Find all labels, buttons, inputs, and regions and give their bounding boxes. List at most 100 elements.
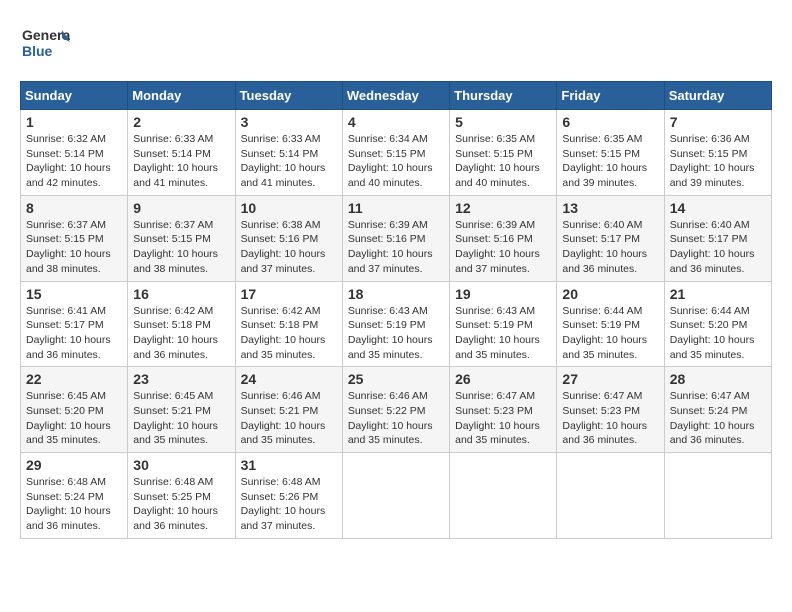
day-number: 24 [241, 371, 337, 387]
day-info: Sunrise: 6:37 AM Sunset: 5:15 PM Dayligh… [26, 218, 122, 277]
day-number: 12 [455, 200, 551, 216]
weekday-header: Wednesday [342, 82, 449, 110]
day-info: Sunrise: 6:42 AM Sunset: 5:18 PM Dayligh… [133, 304, 229, 363]
day-info: Sunrise: 6:44 AM Sunset: 5:20 PM Dayligh… [670, 304, 766, 363]
calendar-day-cell: 25 Sunrise: 6:46 AM Sunset: 5:22 PM Dayli… [342, 367, 449, 453]
logo: General Blue [20, 20, 70, 65]
day-number: 5 [455, 114, 551, 130]
day-number: 17 [241, 286, 337, 302]
day-info: Sunrise: 6:34 AM Sunset: 5:15 PM Dayligh… [348, 132, 444, 191]
day-info: Sunrise: 6:33 AM Sunset: 5:14 PM Dayligh… [133, 132, 229, 191]
calendar-day-cell: 31 Sunrise: 6:48 AM Sunset: 5:26 PM Dayli… [235, 453, 342, 539]
weekday-header: Thursday [450, 82, 557, 110]
day-number: 2 [133, 114, 229, 130]
day-number: 16 [133, 286, 229, 302]
day-info: Sunrise: 6:43 AM Sunset: 5:19 PM Dayligh… [348, 304, 444, 363]
day-number: 15 [26, 286, 122, 302]
weekday-header: Tuesday [235, 82, 342, 110]
empty-cell [557, 453, 664, 539]
day-number: 18 [348, 286, 444, 302]
calendar-day-cell: 14Sunrise: 6:40 AM Sunset: 5:17 PM Dayli… [664, 195, 771, 281]
calendar-day-cell: 30Sunrise: 6:48 AM Sunset: 5:25 PM Dayli… [128, 453, 235, 539]
calendar-day-cell: 3Sunrise: 6:33 AM Sunset: 5:14 PM Daylig… [235, 110, 342, 196]
day-info: Sunrise: 6:47 AM Sunset: 5:24 PM Dayligh… [670, 389, 766, 448]
day-number: 26 [455, 371, 551, 387]
day-info: Sunrise: 6:40 AM Sunset: 5:17 PM Dayligh… [562, 218, 658, 277]
calendar-day-cell: 5 Sunrise: 6:35 AM Sunset: 5:15 PM Daylig… [450, 110, 557, 196]
day-info: Sunrise: 6:48 AM Sunset: 5:24 PM Dayligh… [26, 475, 122, 534]
day-info: Sunrise: 6:36 AM Sunset: 5:15 PM Dayligh… [670, 132, 766, 191]
day-info: Sunrise: 6:47 AM Sunset: 5:23 PM Dayligh… [455, 389, 551, 448]
calendar-day-cell: 17 Sunrise: 6:42 AM Sunset: 5:18 PM Dayli… [235, 281, 342, 367]
day-number: 14 [670, 200, 766, 216]
calendar-day-cell: 16 Sunrise: 6:42 AM Sunset: 5:18 PM Dayli… [128, 281, 235, 367]
day-info: Sunrise: 6:37 AM Sunset: 5:15 PM Dayligh… [133, 218, 229, 277]
day-number: 7 [670, 114, 766, 130]
day-info: Sunrise: 6:46 AM Sunset: 5:22 PM Dayligh… [348, 389, 444, 448]
day-info: Sunrise: 6:46 AM Sunset: 5:21 PM Dayligh… [241, 389, 337, 448]
calendar-day-cell: 29 Sunrise: 6:48 AM Sunset: 5:24 PM Dayli… [21, 453, 128, 539]
calendar-week-row: 15 Sunrise: 6:41 AM Sunset: 5:17 PM Dayli… [21, 281, 772, 367]
day-number: 4 [348, 114, 444, 130]
calendar-day-cell: 2 Sunrise: 6:33 AM Sunset: 5:14 PM Daylig… [128, 110, 235, 196]
day-number: 20 [562, 286, 658, 302]
day-number: 31 [241, 457, 337, 473]
calendar-day-cell: 19 Sunrise: 6:43 AM Sunset: 5:19 PM Dayli… [450, 281, 557, 367]
day-number: 30 [133, 457, 229, 473]
day-number: 13 [562, 200, 658, 216]
day-info: Sunrise: 6:35 AM Sunset: 5:15 PM Dayligh… [562, 132, 658, 191]
day-number: 25 [348, 371, 444, 387]
calendar-week-row: 22Sunrise: 6:45 AM Sunset: 5:20 PM Dayli… [21, 367, 772, 453]
calendar-day-cell: 9 Sunrise: 6:37 AM Sunset: 5:15 PM Daylig… [128, 195, 235, 281]
day-number: 29 [26, 457, 122, 473]
calendar-day-cell: 1 Sunrise: 6:32 AM Sunset: 5:14 PM Daylig… [21, 110, 128, 196]
day-number: 1 [26, 114, 122, 130]
calendar-day-cell: 4 Sunrise: 6:34 AM Sunset: 5:15 PM Daylig… [342, 110, 449, 196]
day-info: Sunrise: 6:48 AM Sunset: 5:26 PM Dayligh… [241, 475, 337, 534]
day-info: Sunrise: 6:45 AM Sunset: 5:20 PM Dayligh… [26, 389, 122, 448]
day-info: Sunrise: 6:39 AM Sunset: 5:16 PM Dayligh… [455, 218, 551, 277]
day-number: 9 [133, 200, 229, 216]
day-number: 23 [133, 371, 229, 387]
logo-svg: General Blue [20, 20, 70, 65]
calendar-day-cell: 8Sunrise: 6:37 AM Sunset: 5:15 PM Daylig… [21, 195, 128, 281]
calendar-day-cell: 28 Sunrise: 6:47 AM Sunset: 5:24 PM Dayli… [664, 367, 771, 453]
weekday-header: Saturday [664, 82, 771, 110]
weekday-header: Friday [557, 82, 664, 110]
day-info: Sunrise: 6:38 AM Sunset: 5:16 PM Dayligh… [241, 218, 337, 277]
calendar-day-cell: 22Sunrise: 6:45 AM Sunset: 5:20 PM Dayli… [21, 367, 128, 453]
day-number: 3 [241, 114, 337, 130]
day-number: 28 [670, 371, 766, 387]
calendar-day-cell: 6 Sunrise: 6:35 AM Sunset: 5:15 PM Daylig… [557, 110, 664, 196]
day-info: Sunrise: 6:43 AM Sunset: 5:19 PM Dayligh… [455, 304, 551, 363]
calendar-week-row: 1 Sunrise: 6:32 AM Sunset: 5:14 PM Daylig… [21, 110, 772, 196]
calendar-day-cell: 24 Sunrise: 6:46 AM Sunset: 5:21 PM Dayli… [235, 367, 342, 453]
day-number: 19 [455, 286, 551, 302]
calendar-day-cell: 7 Sunrise: 6:36 AM Sunset: 5:15 PM Daylig… [664, 110, 771, 196]
day-info: Sunrise: 6:42 AM Sunset: 5:18 PM Dayligh… [241, 304, 337, 363]
calendar-day-cell: 13 Sunrise: 6:40 AM Sunset: 5:17 PM Dayli… [557, 195, 664, 281]
day-info: Sunrise: 6:35 AM Sunset: 5:15 PM Dayligh… [455, 132, 551, 191]
page-header: General Blue [20, 20, 772, 65]
day-number: 27 [562, 371, 658, 387]
calendar-day-cell: 11Sunrise: 6:39 AM Sunset: 5:16 PM Dayli… [342, 195, 449, 281]
calendar-table: SundayMondayTuesdayWednesdayThursdayFrid… [20, 81, 772, 539]
day-number: 6 [562, 114, 658, 130]
weekday-header: Monday [128, 82, 235, 110]
empty-cell [342, 453, 449, 539]
day-info: Sunrise: 6:32 AM Sunset: 5:14 PM Dayligh… [26, 132, 122, 191]
day-number: 10 [241, 200, 337, 216]
day-number: 21 [670, 286, 766, 302]
day-number: 11 [348, 200, 444, 216]
day-info: Sunrise: 6:41 AM Sunset: 5:17 PM Dayligh… [26, 304, 122, 363]
calendar-header-row: SundayMondayTuesdayWednesdayThursdayFrid… [21, 82, 772, 110]
calendar-day-cell: 12 Sunrise: 6:39 AM Sunset: 5:16 PM Dayli… [450, 195, 557, 281]
calendar-day-cell: 15 Sunrise: 6:41 AM Sunset: 5:17 PM Dayli… [21, 281, 128, 367]
calendar-day-cell: 23 Sunrise: 6:45 AM Sunset: 5:21 PM Dayli… [128, 367, 235, 453]
weekday-header: Sunday [21, 82, 128, 110]
day-info: Sunrise: 6:45 AM Sunset: 5:21 PM Dayligh… [133, 389, 229, 448]
empty-cell [664, 453, 771, 539]
calendar-day-cell: 26 Sunrise: 6:47 AM Sunset: 5:23 PM Dayli… [450, 367, 557, 453]
calendar-day-cell: 10 Sunrise: 6:38 AM Sunset: 5:16 PM Dayli… [235, 195, 342, 281]
calendar-day-cell: 18 Sunrise: 6:43 AM Sunset: 5:19 PM Dayli… [342, 281, 449, 367]
